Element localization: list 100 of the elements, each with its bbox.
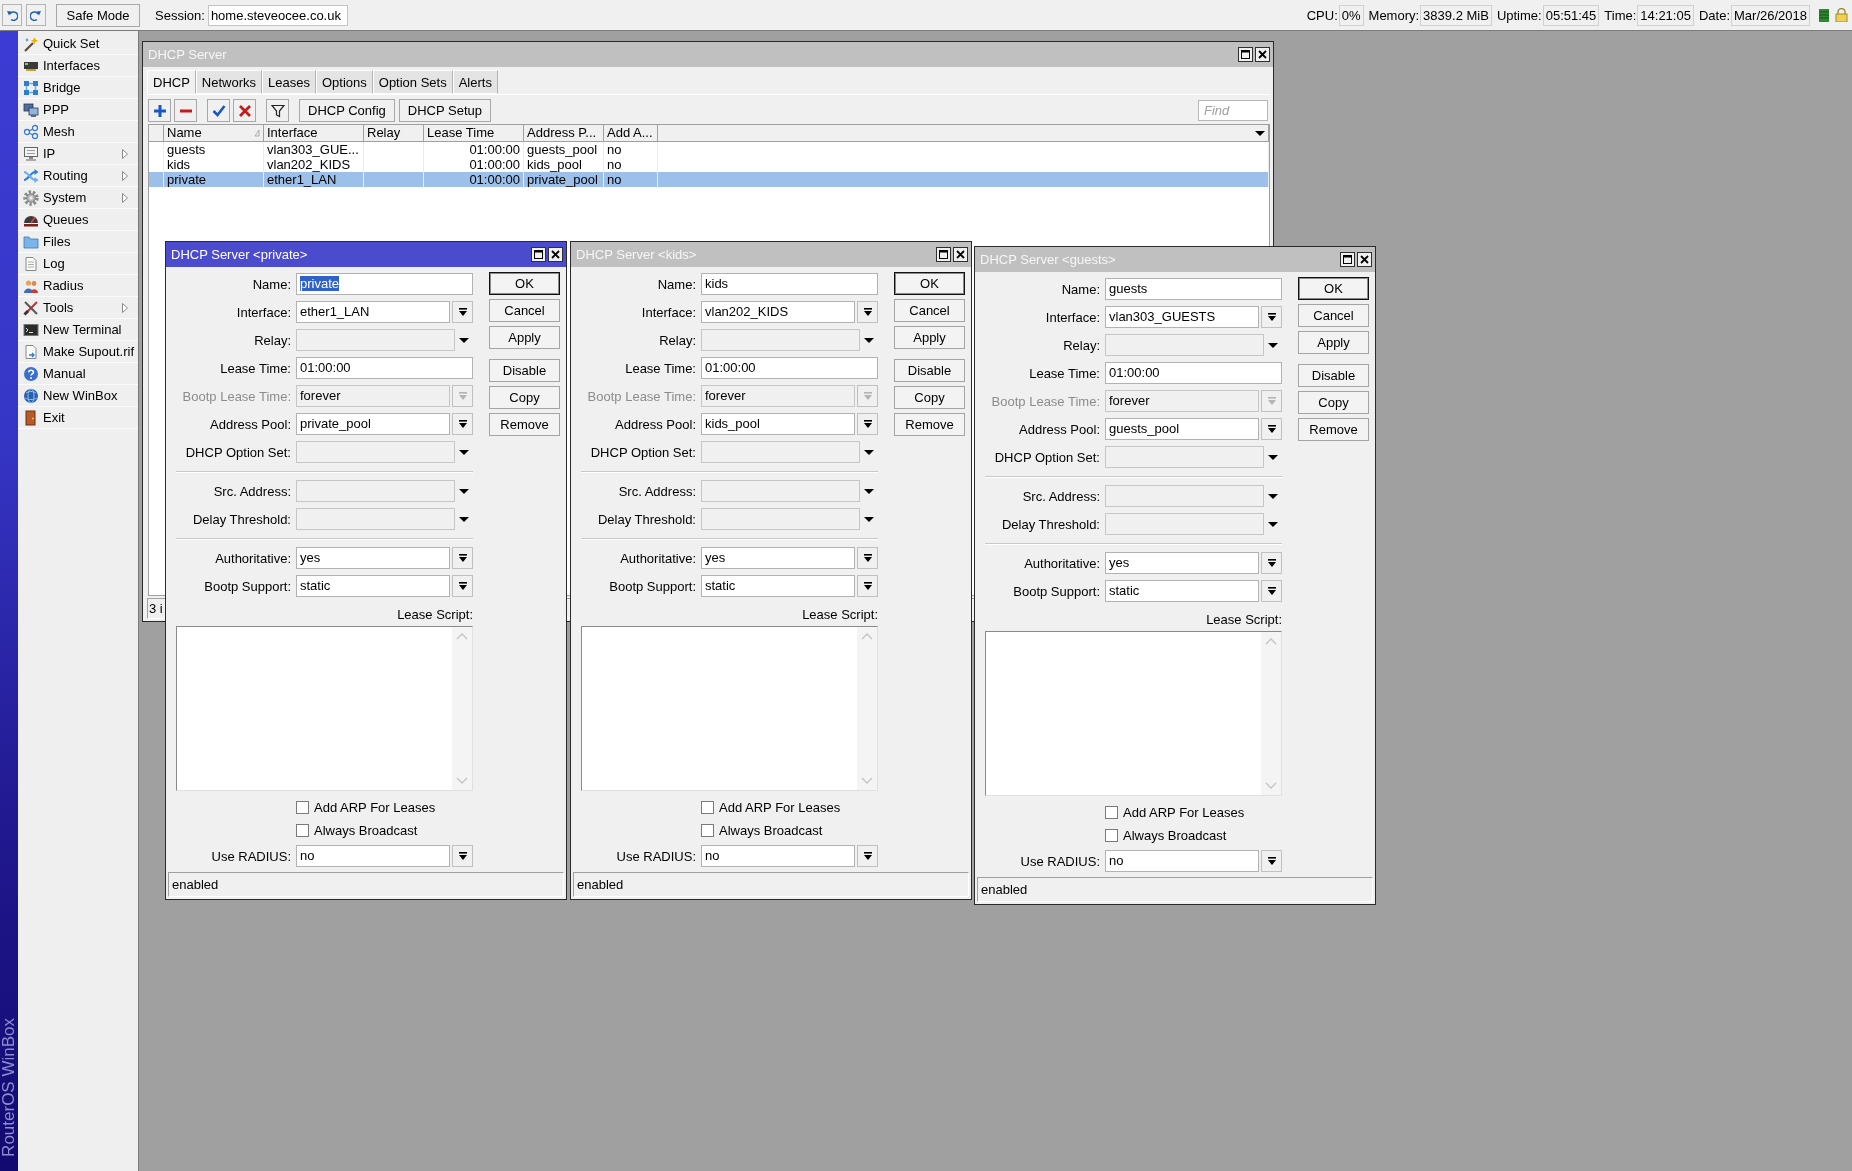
remove-button[interactable] [174, 99, 197, 122]
dialog-button[interactable]: OK [1298, 277, 1369, 300]
scrollbar[interactable] [1261, 632, 1281, 795]
dropdown-icon[interactable] [1268, 521, 1278, 527]
dropdown-icon[interactable] [864, 516, 874, 522]
lease-script-field[interactable] [176, 626, 473, 791]
dropdown-icon[interactable] [1268, 342, 1278, 348]
dropdown-icon[interactable] [459, 516, 469, 522]
input-field[interactable]: 01:00:00 [701, 357, 878, 379]
dropdown-button[interactable] [452, 575, 473, 597]
dropdown-button[interactable] [452, 845, 473, 867]
menu-item[interactable]: Exit [43, 410, 65, 425]
tab[interactable]: Networks [195, 70, 263, 94]
combo-field[interactable] [701, 508, 860, 530]
dropdown-button[interactable] [857, 301, 878, 323]
tab[interactable]: Option Sets [372, 70, 453, 94]
dropdown-button[interactable] [857, 845, 878, 867]
dropdown-icon[interactable] [459, 488, 469, 494]
column-header[interactable]: Add A... [604, 125, 658, 141]
menu-item[interactable]: New WinBox [43, 388, 118, 403]
dropdown-field[interactable]: private_pool [296, 413, 450, 435]
dropdown-icon[interactable] [1255, 130, 1265, 136]
dropdown-button[interactable] [452, 547, 473, 569]
toolbar-button[interactable]: DHCP Config [299, 99, 395, 122]
checkbox[interactable] [296, 823, 309, 837]
dropdown-icon[interactable] [459, 449, 469, 455]
dialog-button[interactable]: Disable [489, 359, 560, 382]
dropdown-button[interactable] [857, 413, 878, 435]
lease-script-field[interactable] [985, 631, 1282, 796]
disable-button[interactable] [233, 99, 256, 122]
dialog-button[interactable]: Copy [1298, 391, 1369, 414]
dialog-button[interactable]: Copy [894, 386, 965, 409]
dropdown-field[interactable]: yes [296, 547, 450, 569]
combo-field[interactable] [296, 508, 455, 530]
column-header[interactable]: Lease Time [424, 125, 524, 141]
dialog-button[interactable]: Cancel [489, 299, 560, 322]
tab[interactable]: DHCP [147, 70, 196, 94]
lease-script-field[interactable] [581, 626, 878, 791]
dropdown-button[interactable] [1261, 418, 1282, 440]
menu-item[interactable]: Bridge [43, 80, 81, 95]
dropdown-field[interactable]: static [296, 575, 450, 597]
dropdown-field[interactable]: vlan303_GUESTS [1105, 306, 1259, 328]
dropdown-button[interactable] [857, 575, 878, 597]
tab[interactable]: Leases [262, 70, 316, 94]
dropdown-field[interactable]: no [701, 845, 855, 867]
dropdown-field[interactable]: yes [701, 547, 855, 569]
dialog-button[interactable]: Disable [1298, 364, 1369, 387]
enable-button[interactable] [207, 99, 230, 122]
dropdown-button[interactable] [452, 301, 473, 323]
combo-field[interactable] [296, 441, 455, 463]
input-field[interactable]: 01:00:00 [296, 357, 473, 379]
menu-item[interactable]: Tools [43, 300, 74, 315]
add-button[interactable] [148, 99, 171, 122]
dialog-button[interactable]: Disable [894, 359, 965, 382]
dialog-button[interactable]: OK [489, 272, 560, 295]
dialog-button[interactable]: Cancel [894, 299, 965, 322]
dialog-button[interactable]: OK [894, 272, 965, 295]
close-button[interactable] [1255, 47, 1270, 62]
dialog-button[interactable]: Remove [489, 413, 560, 436]
checkbox[interactable] [701, 800, 714, 814]
scrollbar[interactable] [452, 627, 472, 790]
combo-field[interactable] [1105, 446, 1264, 468]
checkbox[interactable] [296, 800, 309, 814]
dialog-button[interactable]: Apply [1298, 331, 1369, 354]
menu-item[interactable]: Mesh [43, 124, 75, 139]
table-row[interactable]: private ether1_LAN 01:00:00 private_pool no [149, 172, 1269, 187]
toolbar-button[interactable]: DHCP Setup [398, 99, 491, 122]
menu-item[interactable]: Routing [43, 168, 88, 183]
input-field[interactable]: 01:00:00 [1105, 362, 1282, 384]
menu-item[interactable]: New Terminal [43, 322, 122, 337]
maximize-button[interactable] [531, 247, 546, 262]
close-button[interactable] [953, 247, 968, 262]
dialog-button[interactable]: Apply [489, 326, 560, 349]
dropdown-button[interactable] [1261, 306, 1282, 328]
dropdown-field[interactable]: kids_pool [701, 413, 855, 435]
checkbox[interactable] [1105, 805, 1118, 819]
combo-field[interactable] [1105, 513, 1264, 535]
checkbox[interactable] [701, 823, 714, 837]
combo-field[interactable] [701, 329, 860, 351]
dialog-button[interactable]: Copy [489, 386, 560, 409]
tab[interactable]: Alerts [452, 70, 498, 94]
dropdown-field[interactable]: no [1105, 850, 1259, 872]
dropdown-field[interactable]: static [1105, 580, 1259, 602]
menu-item[interactable]: Manual [43, 366, 86, 381]
menu-item[interactable]: System [43, 190, 87, 205]
dropdown-field[interactable]: yes [1105, 552, 1259, 574]
menu-item[interactable]: Quick Set [43, 36, 100, 51]
combo-field[interactable] [296, 480, 455, 502]
dropdown-field[interactable]: static [701, 575, 855, 597]
menu-item[interactable]: Radius [43, 278, 84, 293]
combo-field[interactable] [701, 441, 860, 463]
dropdown-icon[interactable] [864, 449, 874, 455]
scrollbar[interactable] [857, 627, 877, 790]
menu-item[interactable]: Log [43, 256, 65, 271]
input-field[interactable]: kids [701, 273, 878, 295]
column-header[interactable]: Address P... [524, 125, 604, 141]
combo-field[interactable] [296, 329, 455, 351]
filter-button[interactable] [266, 99, 289, 122]
dialog-button[interactable]: Cancel [1298, 304, 1369, 327]
maximize-button[interactable] [1340, 252, 1355, 267]
